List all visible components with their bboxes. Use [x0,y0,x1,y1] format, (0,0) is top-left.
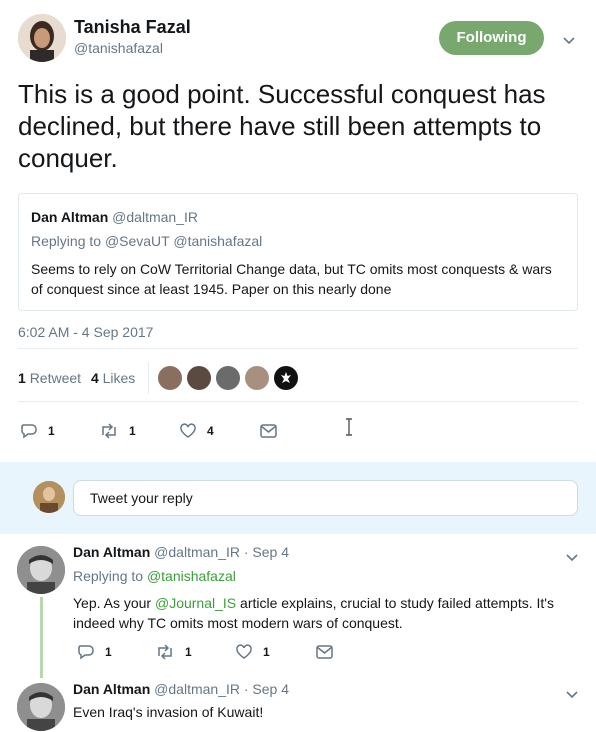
tweet-timestamp[interactable]: 6:02 AM - 4 Sep 2017 [18,324,153,340]
reply-author-name[interactable]: Dan Altman [73,681,150,697]
reply-action[interactable]: 1 [20,423,55,439]
retweet-icon [158,644,172,660]
author-name[interactable]: Tanisha Fazal [74,17,191,38]
reply-text: Even Iraq's invasion of Kuwait! [73,704,264,720]
reply-input[interactable]: Tweet your reply [73,480,578,516]
reply-author-handle[interactable]: @daltman_IR [154,544,240,560]
tweet-text: This is a good point. Successful conques… [18,79,546,173]
quote-author-handle[interactable]: @daltman_IR [112,209,198,225]
liker-avatar[interactable] [158,366,182,390]
reply-date[interactable]: · Sep 4 [244,681,289,697]
chevron-down-icon[interactable] [566,686,578,704]
chevron-down-icon[interactable] [563,32,575,50]
reply-action[interactable]: 1 [77,644,112,660]
like-action[interactable]: 1 [235,644,270,660]
reply-replying-label: Replying to [73,568,144,584]
rebel-icon[interactable] [274,366,298,390]
like-action[interactable]: 4 [179,423,214,439]
like-icon [180,423,196,438]
retweet-action[interactable]: 1 [155,644,192,660]
author-avatar[interactable] [18,14,66,62]
author-handle[interactable]: @tanishafazal [74,40,163,56]
journal-mention[interactable]: @Journal_IS [155,595,236,611]
text-cursor-icon [345,418,353,441]
reply-date[interactable]: · Sep 4 [244,544,289,560]
likers-facepile[interactable] [158,366,298,390]
retweet-icon [102,423,116,439]
quote-replying-label: Replying to [31,233,102,249]
reply-text: Yep. As your @Journal_IS article explain… [73,595,554,631]
reply-author-handle[interactable]: @daltman_IR [154,681,240,697]
likes-stat[interactable]: 4 Likes [91,370,135,386]
reply-replying-to[interactable]: @tanishafazal [147,568,236,584]
retweet-action[interactable]: 1 [99,423,136,439]
reply-icon [21,424,37,439]
like-icon [236,644,252,659]
liker-avatar[interactable] [245,366,269,390]
following-button[interactable]: Following [439,21,544,55]
quote-text: Seems to rely on CoW Territorial Change … [31,261,552,297]
quote-author-name[interactable]: Dan Altman [31,209,108,225]
dm-icon[interactable] [260,424,277,443]
reply-icon [78,645,94,660]
reply-author-name[interactable]: Dan Altman [73,544,150,560]
liker-avatar[interactable] [216,366,240,390]
current-user-avatar [33,481,65,513]
dm-icon[interactable] [316,645,333,664]
reply-author-avatar[interactable] [17,683,65,731]
liker-avatar[interactable] [187,366,211,390]
retweets-stat[interactable]: 1 Retweet [18,370,85,386]
reply-author-avatar[interactable] [17,546,65,594]
quote-replying-to[interactable]: @SevaUT @tanishafazal [105,233,262,249]
chevron-down-icon[interactable] [566,549,578,567]
